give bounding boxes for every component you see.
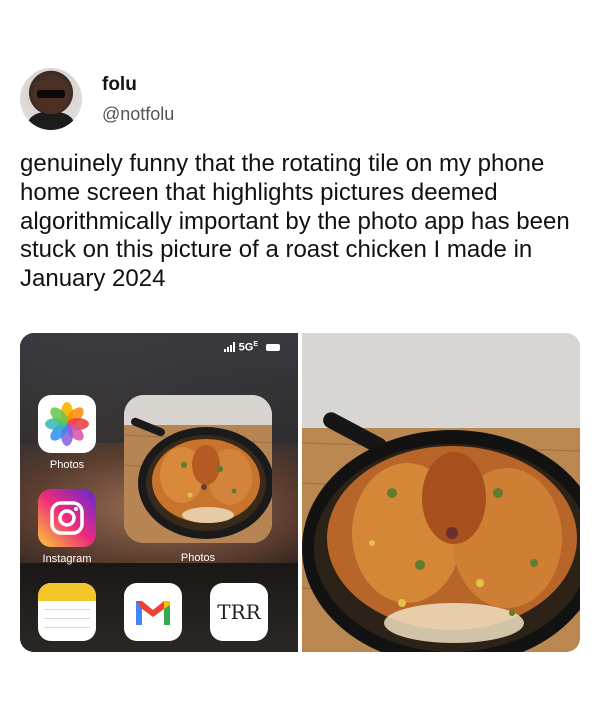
home-screen-screenshot[interactable]: 5GE Photos Instagram Photos TRR (20, 333, 298, 652)
photos-icon (45, 402, 89, 446)
photos-app-label: Photos (49, 459, 85, 471)
photos-app-icon[interactable] (38, 395, 96, 453)
tweet-text: genuinely funny that the rotating tile o… (20, 150, 570, 293)
tweet-media[interactable]: 5GE Photos Instagram Photos TRR (20, 333, 580, 652)
author-handle[interactable]: @notfolu (102, 104, 174, 125)
network-label: 5GE (238, 341, 258, 354)
photos-widget-label: Photos (180, 552, 216, 564)
gmail-icon (136, 601, 170, 625)
roast-chicken-photo (124, 395, 272, 543)
gmail-app-icon[interactable] (124, 583, 182, 641)
battery-icon (266, 343, 280, 351)
notes-app-icon[interactable] (38, 583, 96, 641)
status-bar: 5GE (223, 341, 280, 354)
signal-icon (223, 342, 235, 353)
instagram-app-label: Instagram (42, 553, 92, 565)
instagram-icon (50, 501, 84, 535)
instagram-app-icon[interactable] (38, 489, 96, 547)
trr-icon: TRR (217, 600, 261, 624)
chicken-photo[interactable] (302, 333, 580, 652)
photos-widget[interactable] (124, 395, 272, 543)
roast-chicken-image (302, 333, 580, 652)
notes-icon (38, 583, 96, 601)
trr-app-icon[interactable]: TRR (210, 583, 268, 641)
author-name[interactable]: folu (102, 74, 137, 96)
avatar[interactable] (20, 68, 82, 130)
